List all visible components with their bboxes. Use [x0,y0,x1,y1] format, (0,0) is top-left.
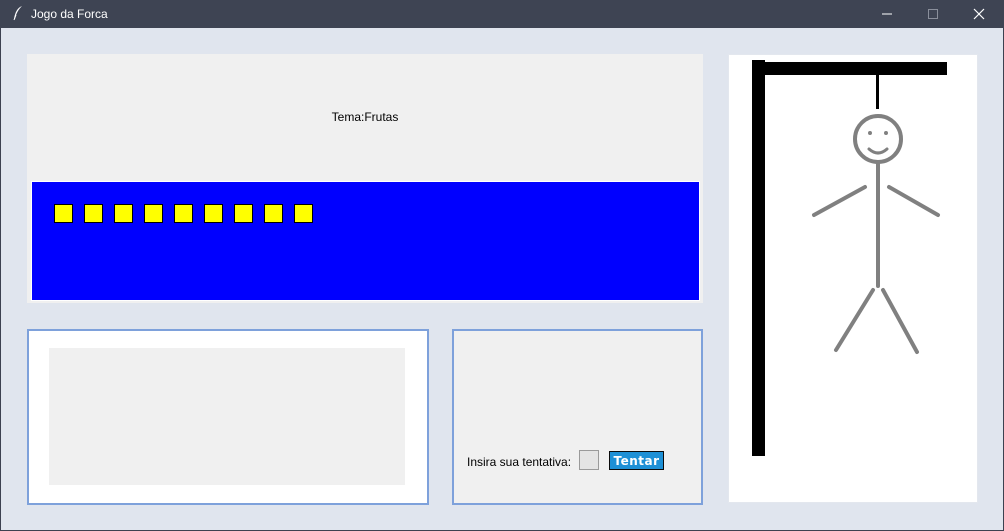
gallows-post [752,60,765,456]
maximize-button[interactable] [910,0,956,28]
hangman-head [853,114,903,164]
close-icon [973,8,985,20]
letter-slot [144,204,163,223]
hangman-left-leg [834,288,875,352]
letter-slot [204,204,223,223]
wrong-letters-panel [27,329,429,505]
gallows-beam [752,62,947,75]
minimize-button[interactable] [864,0,910,28]
guess-input[interactable] [579,450,599,470]
gallows [752,60,947,456]
word-panel: Tema:Frutas [27,54,703,303]
letter-slot [84,204,103,223]
letter-slot [114,204,133,223]
wrong-letters-area [49,348,405,485]
hangman-eye-right [884,131,888,135]
letter-slot [234,204,253,223]
letter-slot [294,204,313,223]
letter-slot [54,204,73,223]
hangman-left-arm [812,185,867,217]
maximize-icon [928,9,938,19]
guess-panel: Insira sua tentativa: Tentar [452,329,703,505]
feather-icon [11,5,25,21]
guess-label: Insira sua tentativa: [467,455,572,469]
gallows-rope [876,75,879,109]
hangman-eye-left [868,131,872,135]
theme-label: Tema:Frutas [331,110,399,124]
letter-slot [174,204,193,223]
minimize-icon [882,13,892,15]
letters-bar [31,181,700,301]
letter-slot [264,204,283,223]
hangman-smile [867,147,889,155]
close-button[interactable] [956,0,1002,28]
hangman-right-leg [881,288,919,354]
try-button[interactable]: Tentar [609,451,664,470]
hangman-right-arm [887,185,940,217]
window-title: Jogo da Forca [31,7,108,21]
window-client-area: Tema:Frutas Insira sua tentativa: Tentar [1,28,1003,530]
gallows-canvas [728,54,978,503]
title-bar: Jogo da Forca [0,0,1004,28]
hangman [812,114,940,354]
